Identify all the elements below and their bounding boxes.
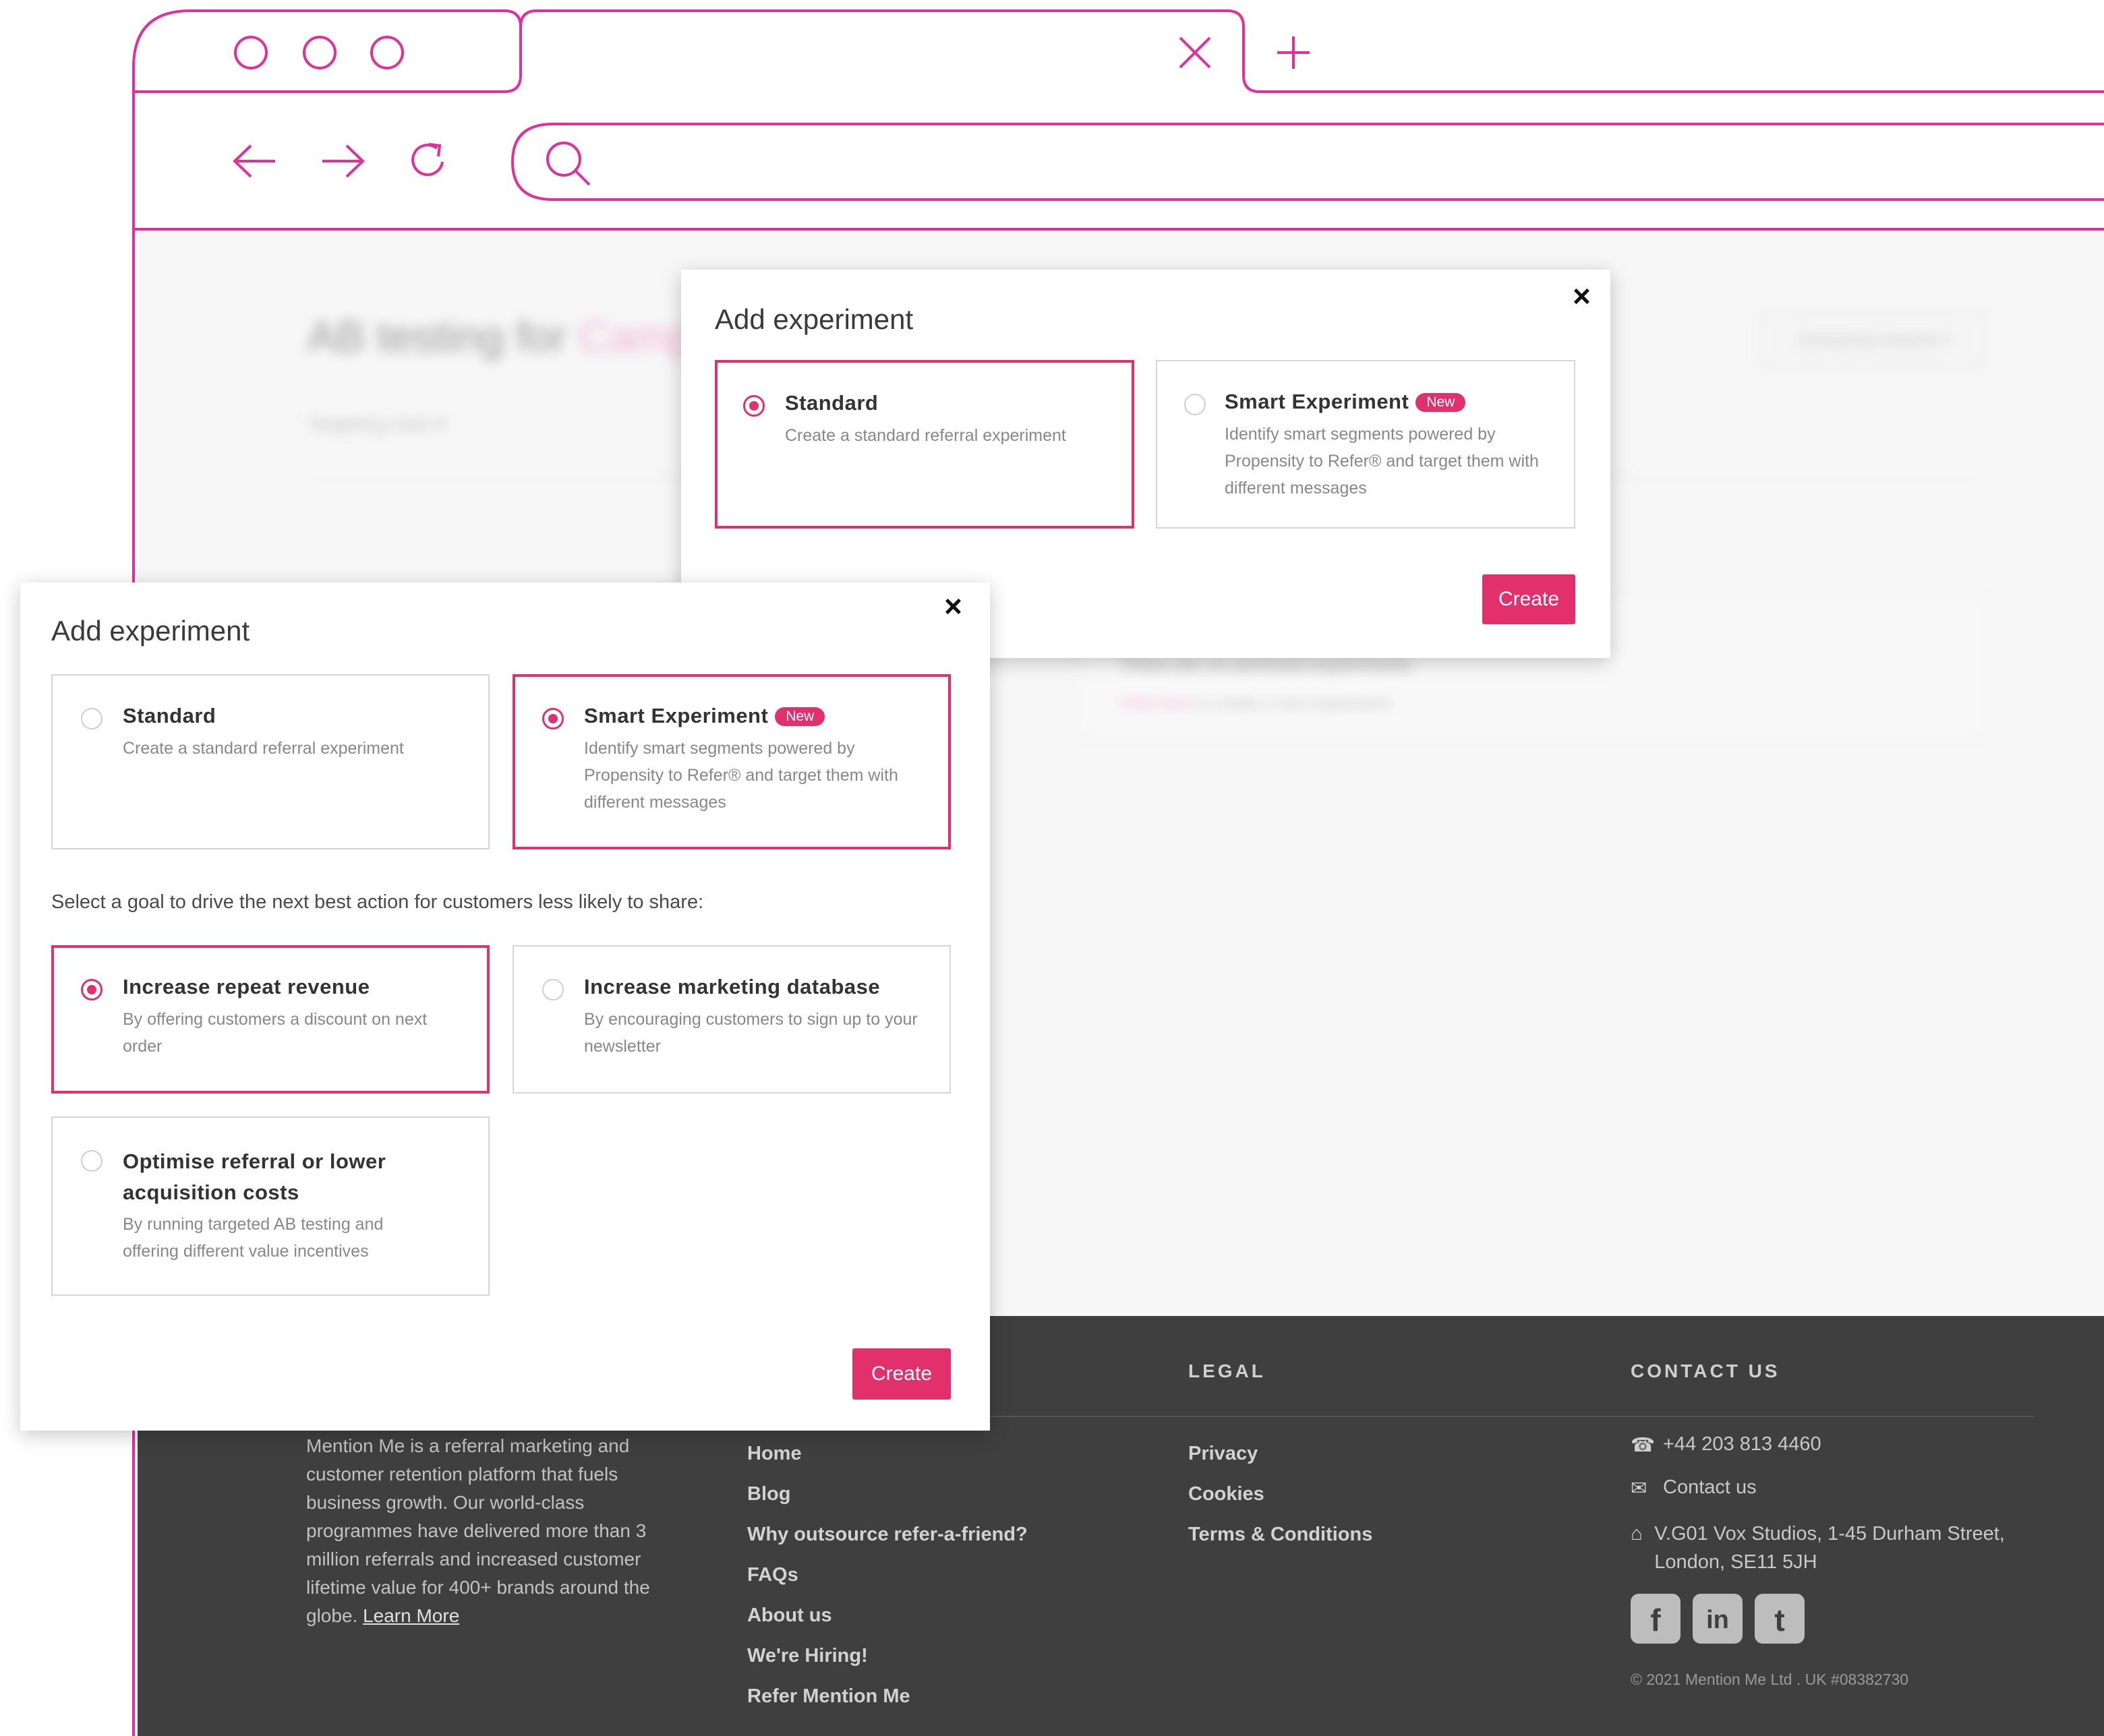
- option-smart-experiment[interactable]: Smart Experiment New Identify smart segme…: [1156, 360, 1575, 529]
- goal-description: By encouraging customers to sign up to y…: [584, 1010, 918, 1056]
- linkedin-icon[interactable]: in: [1693, 1594, 1743, 1644]
- option-standard[interactable]: Standard Create a standard referral expe…: [51, 674, 490, 849]
- reload-icon[interactable]: [407, 139, 450, 182]
- copyright: © 2021 Mention Me Ltd . UK #08382730: [1631, 1671, 1909, 1688]
- new-badge: New: [1415, 393, 1466, 412]
- radio-smart-experiment[interactable]: [542, 708, 564, 729]
- close-icon[interactable]: ×: [944, 591, 962, 622]
- footer-legal-links: Privacy Cookies Terms & Conditions: [1188, 1443, 1372, 1564]
- goal-title: Increase marketing database: [584, 975, 881, 998]
- goal-optimise-referral[interactable]: Optimise referral or lower acquisition c…: [51, 1116, 490, 1296]
- option-title: Standard: [785, 391, 879, 415]
- contact-us-link[interactable]: ✉ Contact us: [1631, 1476, 1757, 1500]
- back-arrow-icon[interactable]: [232, 143, 278, 179]
- envelope-icon: ✉: [1631, 1478, 1647, 1499]
- goal-description: By running targeted AB testing and offer…: [123, 1215, 384, 1261]
- window-control-minimize[interactable]: [301, 34, 339, 71]
- footer-link-privacy[interactable]: Privacy: [1188, 1443, 1372, 1483]
- close-icon[interactable]: [1177, 35, 1212, 70]
- footer-link-faqs[interactable]: FAQs: [747, 1564, 1028, 1605]
- add-experiment-modal: Add experiment × Standard Create a stand…: [20, 582, 990, 1431]
- option-description: Create a standard referral experiment: [123, 739, 404, 758]
- home-icon: ⌂: [1631, 1523, 1643, 1545]
- empty-state-text: Click here to create a new experiment: [1119, 694, 1391, 713]
- radio-optimise-referral[interactable]: [81, 1150, 103, 1172]
- radio-smart-experiment[interactable]: [1184, 394, 1206, 415]
- facebook-icon[interactable]: f: [1631, 1594, 1681, 1644]
- footer-about: Mention Me is a referral marketing and c…: [306, 1435, 650, 1626]
- radio-standard[interactable]: [81, 708, 103, 729]
- goal-prompt: Select a goal to drive the next best act…: [51, 891, 704, 913]
- option-standard[interactable]: Standard Create a standard referral expe…: [715, 360, 1134, 529]
- variant-dropdown[interactable]: Comparing variants ▾: [1760, 311, 1985, 369]
- contact-address: ⌂ V.G01 Vox Studios, 1-45 Durham Street, …: [1631, 1520, 2035, 1576]
- learn-more-link[interactable]: Learn More: [363, 1605, 459, 1626]
- goal-title: Optimise referral or lower acquisition c…: [123, 1149, 386, 1204]
- option-description: Identify smart segments powered by Prope…: [584, 739, 898, 812]
- footer-link-terms[interactable]: Terms & Conditions: [1188, 1524, 1372, 1564]
- search-icon[interactable]: [544, 139, 592, 187]
- contact-heading: CONTACT US: [1631, 1360, 1780, 1381]
- goal-title: Increase repeat revenue: [123, 975, 370, 998]
- goal-increase-repeat-revenue[interactable]: Increase repeat revenue By offering cust…: [51, 945, 490, 1094]
- create-button[interactable]: Create: [852, 1348, 951, 1400]
- window-control-maximize[interactable]: [368, 34, 406, 71]
- option-description: Create a standard referral experiment: [785, 426, 1066, 445]
- new-badge: New: [775, 707, 825, 726]
- modal-title: Add experiment: [715, 303, 914, 335]
- radio-standard[interactable]: [743, 395, 765, 417]
- legal-heading: LEGAL: [1188, 1360, 1266, 1381]
- plus-icon[interactable]: [1276, 35, 1311, 70]
- footer-link-home[interactable]: Home: [747, 1443, 1028, 1483]
- option-smart-experiment[interactable]: Smart Experiment New Identify smart segme…: [513, 674, 951, 849]
- create-button[interactable]: Create: [1482, 574, 1575, 624]
- footer-link-cookies[interactable]: Cookies: [1188, 1483, 1372, 1524]
- window-control-close[interactable]: [232, 34, 270, 71]
- footer-link-why-outsource[interactable]: Why outsource refer-a-friend?: [747, 1524, 1028, 1564]
- footer-link-blog[interactable]: Blog: [747, 1483, 1028, 1524]
- option-title: Standard: [123, 704, 216, 727]
- modal-title: Add experiment: [51, 615, 250, 647]
- option-title: Smart Experiment New: [584, 704, 825, 728]
- footer-link-about[interactable]: About us: [747, 1605, 1028, 1645]
- phone-icon: ☎: [1631, 1435, 1656, 1456]
- goal-description: By offering customers a discount on next…: [123, 1010, 428, 1056]
- targeting-rules-link[interactable]: Targeting rules ▾: [308, 413, 446, 435]
- footer-links: Home Blog Why outsource refer-a-friend? …: [747, 1443, 1028, 1726]
- twitter-icon[interactable]: t: [1755, 1594, 1805, 1644]
- option-description: Identify smart segments powered by Prope…: [1225, 425, 1539, 498]
- footer-link-refer[interactable]: Refer Mention Me: [747, 1685, 1028, 1726]
- forward-arrow-icon[interactable]: [320, 143, 366, 179]
- radio-increase-repeat-revenue[interactable]: [81, 979, 103, 1000]
- close-icon[interactable]: ×: [1573, 280, 1591, 311]
- goal-increase-marketing-database[interactable]: Increase marketing database By encouragi…: [513, 945, 951, 1094]
- radio-increase-marketing-database[interactable]: [542, 979, 564, 1000]
- option-title: Smart Experiment New: [1225, 390, 1466, 414]
- empty-state-link[interactable]: Click here: [1119, 694, 1192, 713]
- contact-phone[interactable]: ☎ +44 203 813 4460: [1631, 1433, 1821, 1457]
- footer-link-hiring[interactable]: We're Hiring!: [747, 1645, 1028, 1685]
